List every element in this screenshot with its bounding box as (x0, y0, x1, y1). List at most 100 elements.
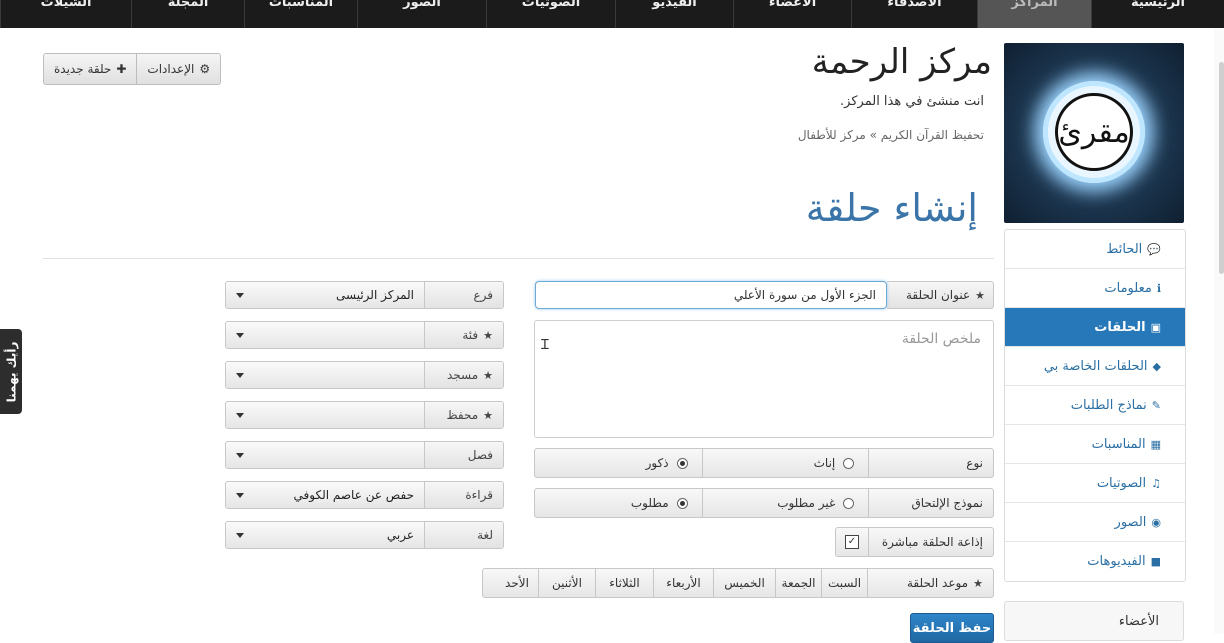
select-dropdown[interactable] (226, 402, 424, 428)
toolbar: ✚ حلقة جديدة ⚙ الإعدادات (43, 53, 222, 85)
sidebar-item[interactable]: ◉ الصور (1005, 503, 1185, 542)
select-dropdown[interactable] (226, 362, 424, 388)
star-icon: ★ (483, 328, 493, 342)
select-dropdown[interactable]: عربي (226, 522, 424, 548)
page-title: إنشاء حلقة (805, 186, 978, 230)
caret-down-icon (236, 412, 244, 418)
sidebar-item[interactable]: ℹ معلومات (1005, 269, 1185, 308)
select-dropdown[interactable]: حفص عن عاصم الكوفي (226, 482, 424, 508)
day-option[interactable]: الأربعاء (653, 569, 713, 597)
select-row: لغة عربي (225, 521, 504, 549)
caret-down-icon (236, 492, 244, 498)
feedback-label: رأيك يهمنا (4, 341, 19, 402)
sidebar-item-label: الصور (1114, 514, 1147, 530)
day-option[interactable]: السبت (821, 569, 867, 597)
feedback-tab[interactable]: رأيك يهمنا (0, 329, 22, 414)
radio-female-label: إناث (813, 456, 836, 470)
nav-item-friends[interactable]: الأصدقاء (851, 0, 977, 28)
circle-summary-textarea[interactable]: ملخص الحلقة (534, 320, 994, 438)
radio-required-circle[interactable] (676, 497, 688, 509)
radio-female[interactable]: إناث (701, 449, 869, 477)
sidebar-item-label: الحائط (1106, 241, 1143, 257)
select-dropdown[interactable] (226, 322, 424, 348)
radio-required-label: مطلوب (630, 496, 669, 510)
sidebar-item[interactable]: ■ الفيديوهات (1005, 542, 1185, 581)
select-label-text: محفظ (446, 408, 479, 422)
select-row: ★ مسجد (225, 361, 504, 389)
day-option[interactable]: الأثنين (538, 569, 595, 597)
sidebar-item-label: المناسبات (1091, 436, 1146, 452)
scrollbar-thumb[interactable] (1219, 62, 1224, 274)
pencil-icon: ✎ (1151, 398, 1161, 412)
gender-label: نوع (868, 449, 993, 477)
info-icon: ℹ (1156, 281, 1161, 295)
radio-not-required-circle[interactable] (843, 497, 855, 509)
nav-item-home[interactable]: الرئيسية (1091, 0, 1224, 28)
nav-item-centers[interactable]: المراكز (977, 0, 1091, 28)
schedule-days-row: ★ موعد الحلقة السبت الجمعة الخميس الأربعاء ا… (482, 568, 994, 598)
nav-item-audio[interactable]: الصوتيات (486, 0, 615, 28)
top-nav: الرئيسية المراكز الأصدقاء الأعضاء الفيدي… (0, 0, 1224, 28)
sidebar-item[interactable]: ◆ الحلقات الخاصة بي (1005, 347, 1185, 386)
creator-note: انت منشئ في هذا المركز. (840, 94, 984, 109)
sidebar-item[interactable]: ✎ نماذج الطلبات (1005, 386, 1185, 425)
circle-title-input[interactable]: الجزء الأول من سورة الأعلي (535, 281, 887, 309)
plus-icon: ✚ (116, 62, 127, 76)
sidebar-item[interactable]: ♫ الصوتيات (1005, 464, 1185, 503)
select-label-text: فرع (473, 288, 493, 302)
radio-male[interactable]: ذكور (535, 449, 702, 477)
select-label: قراءة (424, 482, 503, 508)
members-panel: الأعضاء (1004, 601, 1184, 641)
radio-not-required[interactable]: غير مطلوب (701, 489, 869, 517)
nav-item-video[interactable]: الفيديو (615, 0, 733, 28)
day-option[interactable]: الخميس (713, 569, 775, 597)
logo-ring: مقرئ (1043, 81, 1145, 183)
day-option[interactable]: الأحد (496, 569, 538, 597)
select-label: فرع (424, 282, 503, 308)
radio-female-circle[interactable] (843, 457, 855, 469)
star-icon: ★ (483, 408, 493, 422)
schedule-label-text: موعد الحلقة (907, 576, 969, 590)
logo-mark: مقرئ (1055, 93, 1133, 171)
day-option[interactable]: الثلاثاء (595, 569, 653, 597)
nav-item-events[interactable]: المناسبات (244, 0, 357, 28)
join-form-label: نموذج الإلتحاق (868, 489, 993, 517)
nav-item-photos[interactable]: الصور (357, 0, 486, 28)
breadcrumb[interactable]: تحفيظ القرآن الكريم » مركز للأطفال (798, 128, 984, 142)
select-label-text: قراءة (465, 488, 493, 502)
gender-radio-group: نوع إناث ذكور (534, 448, 994, 478)
nav-item-magazine[interactable]: المجلة (131, 0, 244, 28)
settings-button[interactable]: ⚙ الإعدادات (136, 54, 220, 84)
sidebar-item[interactable]: ▣ الحلقات (1005, 308, 1185, 347)
gears-icon: ⚙ (199, 62, 211, 76)
select-label-text: مسجد (446, 368, 479, 382)
join-form-radio-group: نموذج الإلتحاق غير مطلوب مطلوب (534, 488, 994, 518)
select-row: قراءة حفص عن عاصم الكوفي (225, 481, 504, 509)
nav-item-shilat[interactable]: الشيلات (0, 0, 131, 28)
briefcase-icon: ▣ (1150, 320, 1161, 334)
radio-male-circle[interactable] (676, 457, 688, 469)
sidebar-menu: 💬 الحائط ℹ معلومات ▣ الحلقات ◆ الحلقات الخاصة ب… (1004, 229, 1186, 582)
broadcast-checkbox-cell[interactable]: ✓ (836, 528, 868, 556)
broadcast-checkbox[interactable]: ✓ (845, 535, 859, 549)
center-logo: مقرئ (1004, 43, 1184, 223)
day-option[interactable]: الجمعة (775, 569, 821, 597)
radio-required[interactable]: مطلوب (535, 489, 702, 517)
center-name: مركز الرحمة (811, 42, 992, 82)
sidebar-item-label: معلومات (1104, 280, 1152, 296)
select-dropdown[interactable] (226, 442, 424, 468)
nav-item-members[interactable]: الأعضاء (733, 0, 851, 28)
save-circle-button[interactable]: حفظ الحلقة (910, 613, 994, 643)
select-row: فصل (225, 441, 504, 469)
comments-icon: 💬 (1147, 242, 1161, 256)
sidebar-item-label: الحلقات الخاصة بي (1043, 358, 1148, 374)
sidebar-item[interactable]: 💬 الحائط (1005, 230, 1185, 269)
select-dropdown[interactable]: المركز الرئيسى (226, 282, 424, 308)
broadcast-label: إذاعة الحلقة مباشرة (868, 528, 993, 556)
calendar-icon: ▦ (1150, 437, 1161, 451)
text-cursor-icon: Ɪ (541, 337, 549, 353)
schedule-label: ★ موعد الحلقة (867, 569, 993, 597)
new-circle-button[interactable]: ✚ حلقة جديدة (44, 54, 136, 84)
title-label-text: عنوان الحلقة (905, 288, 971, 302)
sidebar-item[interactable]: ▦ المناسبات (1005, 425, 1185, 464)
